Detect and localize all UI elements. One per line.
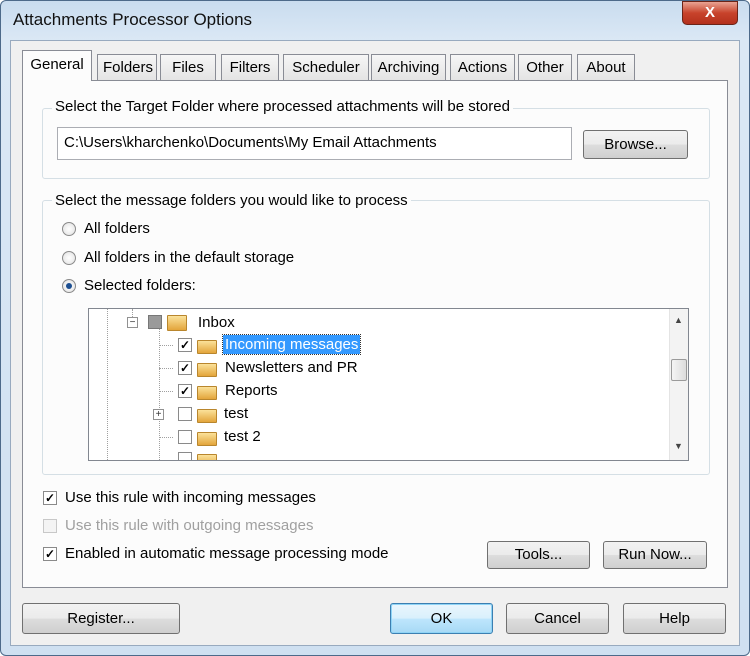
all-folders-label[interactable]: All folders	[84, 220, 150, 237]
checkbox-unchecked[interactable]	[178, 407, 192, 421]
tree-item-newsletters[interactable]: ✓ Newsletters and PR	[159, 358, 459, 380]
incoming-rule-checkbox[interactable]: ✓	[43, 491, 57, 505]
tree-item-test[interactable]: + test	[153, 404, 453, 426]
automatic-mode-checkbox[interactable]: ✓	[43, 547, 57, 561]
scroll-down-icon[interactable]: ▼	[674, 441, 683, 451]
tree-item-partial	[178, 452, 238, 460]
tree-line	[159, 345, 173, 346]
tab-scheduler[interactable]: Scheduler	[283, 54, 369, 81]
tree-item-reports[interactable]: ✓ Reports	[159, 381, 459, 403]
target-folder-input[interactable]: C:\Users\kharchenko\Documents\My Email A…	[57, 127, 572, 160]
checkbox-checked[interactable]: ✓	[178, 384, 192, 398]
scroll-thumb[interactable]	[671, 359, 687, 381]
tree-line	[159, 437, 173, 438]
checkbox-checked[interactable]: ✓	[178, 338, 192, 352]
folder-icon	[197, 340, 217, 354]
tab-files[interactable]: Files	[160, 54, 216, 81]
tab-filters[interactable]: Filters	[221, 54, 279, 81]
default-storage-label[interactable]: All folders in the default storage	[84, 249, 294, 266]
folder-icon	[197, 363, 217, 377]
tab-archiving[interactable]: Archiving	[371, 54, 446, 81]
register-button[interactable]: Register...	[22, 603, 180, 634]
target-folder-label: Select the Target Folder where processed…	[52, 98, 513, 115]
tools-button[interactable]: Tools...	[487, 541, 590, 569]
help-button[interactable]: Help	[623, 603, 726, 634]
cancel-button[interactable]: Cancel	[506, 603, 609, 634]
close-button[interactable]: X	[682, 1, 738, 25]
selected-folders-label[interactable]: Selected folders:	[84, 277, 196, 294]
tab-folders[interactable]: Folders	[97, 54, 157, 81]
tab-actions[interactable]: Actions	[450, 54, 515, 81]
message-folders-label: Select the message folders you would lik…	[52, 192, 411, 209]
tab-about[interactable]: About	[577, 54, 635, 81]
run-now-button[interactable]: Run Now...	[603, 541, 707, 569]
selected-folders-radio[interactable]	[62, 279, 76, 293]
window-title: Attachments Processor Options	[13, 10, 253, 29]
collapse-icon[interactable]: −	[127, 317, 138, 328]
default-storage-radio[interactable]	[62, 251, 76, 265]
scroll-up-icon[interactable]: ▲	[674, 315, 683, 325]
all-folders-radio[interactable]	[62, 222, 76, 236]
tree-line	[107, 309, 108, 460]
outgoing-rule-label: Use this rule with outgoing messages	[65, 517, 314, 534]
tree-line	[159, 391, 173, 392]
checkbox-unchecked[interactable]	[178, 430, 192, 444]
mail-folder-icon	[167, 315, 187, 331]
folder-icon	[197, 432, 217, 446]
browse-button[interactable]: Browse...	[583, 130, 688, 159]
folder-icon	[197, 454, 217, 460]
tree-item-test-2[interactable]: test 2	[159, 427, 459, 449]
folder-tree[interactable]: − Inbox ✓ Incoming messages ✓ Newsletter…	[88, 308, 689, 461]
checkbox-checked[interactable]: ✓	[178, 361, 192, 375]
tree-item-inbox[interactable]: − Inbox	[127, 312, 327, 334]
outgoing-rule-checkbox	[43, 519, 57, 533]
automatic-mode-label[interactable]: Enabled in automatic message processing …	[65, 545, 389, 562]
tree-scrollbar[interactable]: ▲ ▼	[669, 309, 688, 460]
tab-other[interactable]: Other	[518, 54, 572, 81]
partial-checkbox[interactable]	[148, 315, 162, 329]
tab-general[interactable]: General	[22, 50, 92, 81]
expand-icon[interactable]: +	[153, 409, 164, 420]
ok-button[interactable]: OK	[390, 603, 493, 634]
tree-line	[159, 368, 173, 369]
checkbox-unchecked	[178, 452, 192, 460]
incoming-rule-label[interactable]: Use this rule with incoming messages	[65, 489, 316, 506]
folder-icon	[197, 386, 217, 400]
folder-icon	[197, 409, 217, 423]
tree-item-incoming[interactable]: ✓ Incoming messages	[159, 334, 459, 357]
